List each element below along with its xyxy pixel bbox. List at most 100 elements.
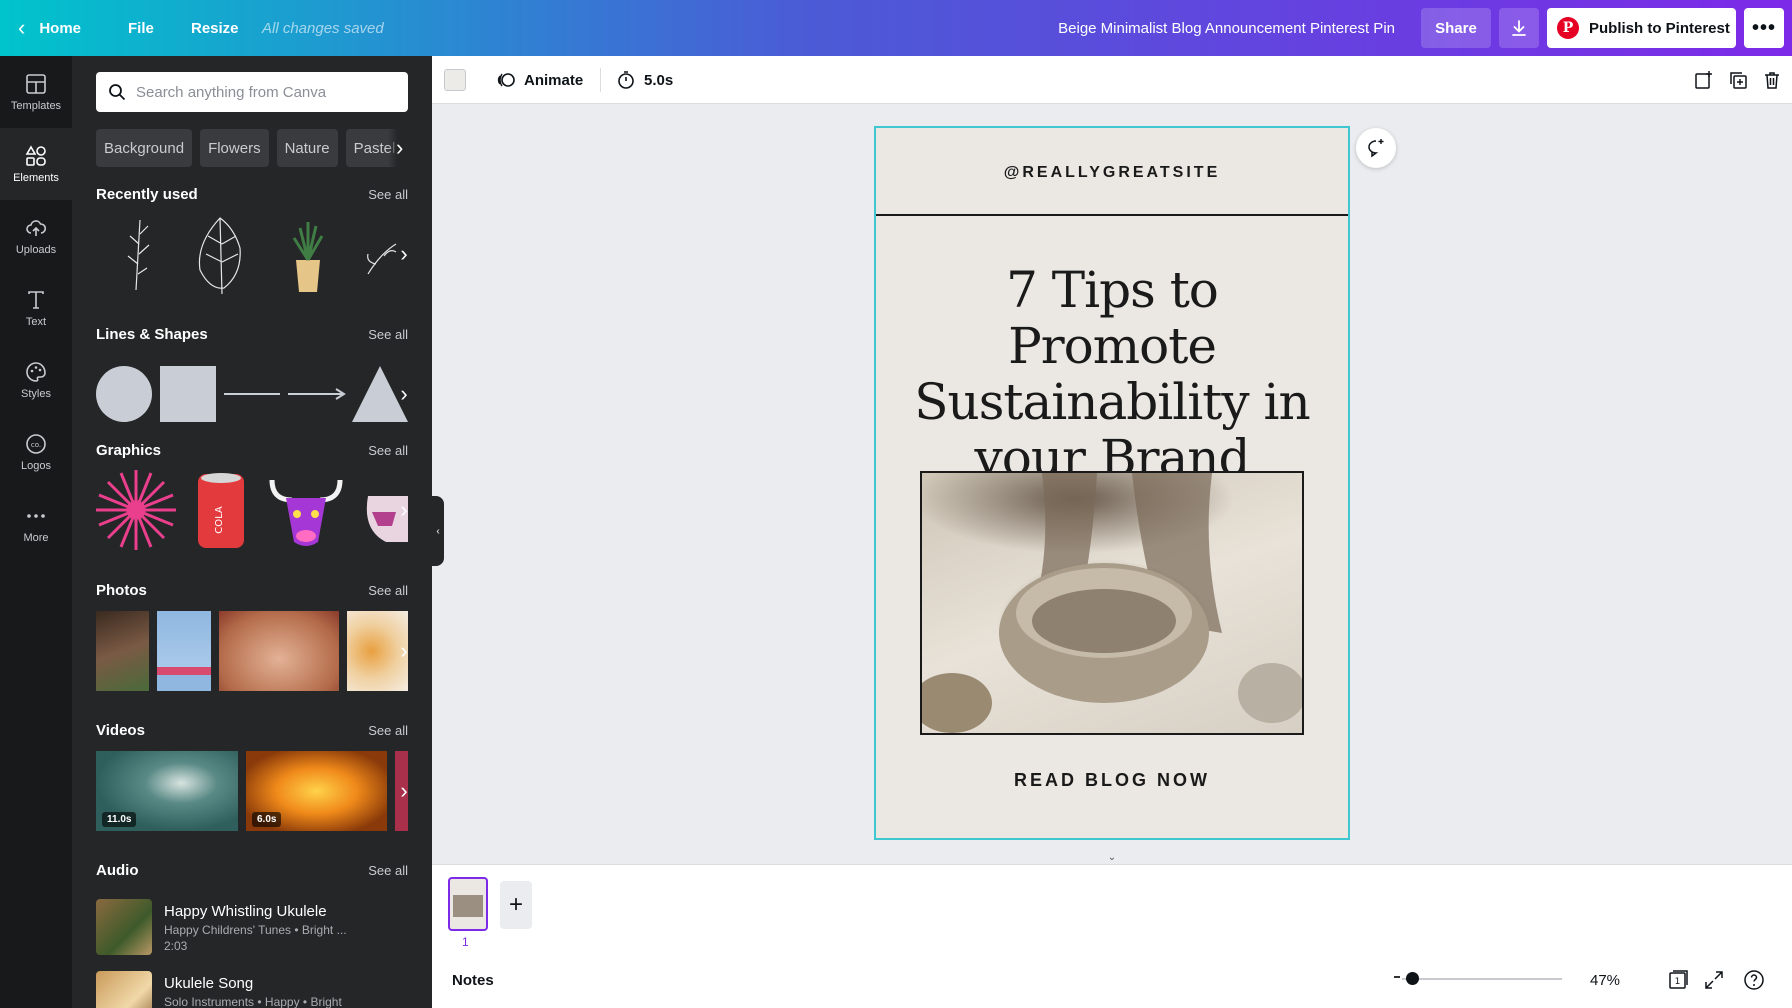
add-comment-button[interactable] bbox=[1356, 128, 1396, 168]
section-title: Videos bbox=[96, 722, 145, 739]
rail-more[interactable]: More bbox=[0, 488, 72, 560]
recently-used-row bbox=[96, 214, 408, 294]
photo-thumbnail[interactable] bbox=[219, 611, 339, 691]
starburst-graphic[interactable] bbox=[96, 470, 176, 550]
home-label: Home bbox=[39, 19, 82, 37]
section-title: Graphics bbox=[96, 442, 162, 459]
chevron-right-icon[interactable]: › bbox=[388, 129, 412, 167]
publish-to-pinterest-button[interactable]: P Publish to Pinterest bbox=[1547, 8, 1736, 48]
sprig-line-art[interactable] bbox=[127, 219, 150, 291]
page-thumbnail[interactable] bbox=[448, 877, 488, 931]
search-placeholder: Search anything from Canva bbox=[136, 83, 327, 101]
headline-text[interactable]: 7 Tips to Promote Sustainability in your… bbox=[896, 262, 1328, 486]
zoom-slider[interactable] bbox=[1402, 978, 1562, 980]
chevron-down-icon[interactable]: ⌄ bbox=[1070, 852, 1154, 864]
chip-flowers[interactable]: Flowers bbox=[200, 129, 269, 167]
svg-text:COLA: COLA bbox=[214, 506, 225, 534]
square-shape[interactable] bbox=[160, 366, 216, 422]
rail-logos[interactable]: co. Logos bbox=[0, 416, 72, 488]
add-page-button[interactable]: + bbox=[500, 881, 532, 929]
chevron-right-icon[interactable]: › bbox=[392, 354, 416, 434]
section-title: Recently used bbox=[96, 186, 198, 203]
see-all-link[interactable]: See all bbox=[368, 723, 408, 738]
palette-icon bbox=[26, 361, 46, 382]
rail-label: Elements bbox=[13, 171, 59, 184]
video-thumbnail[interactable]: 11.0s bbox=[96, 751, 238, 831]
divider-line[interactable] bbox=[876, 214, 1348, 216]
zoom-level[interactable]: 47% bbox=[1590, 952, 1620, 1008]
rail-uploads[interactable]: Uploads bbox=[0, 200, 72, 272]
collapse-panel-button[interactable]: ‹ bbox=[432, 496, 444, 566]
see-all-link[interactable]: See all bbox=[368, 863, 408, 878]
chevron-right-icon[interactable]: › bbox=[392, 611, 416, 691]
notes-button[interactable]: Notes bbox=[452, 952, 494, 1008]
animate-button[interactable]: Animate bbox=[496, 56, 583, 104]
photo-thumbnail[interactable] bbox=[96, 611, 149, 691]
add-page-icon[interactable] bbox=[1692, 68, 1716, 92]
zoom-out-icon[interactable] bbox=[1394, 976, 1400, 978]
elements-icon bbox=[25, 144, 46, 166]
headline-line: 7 Tips to Promote bbox=[1006, 261, 1219, 375]
leaf-line-art[interactable] bbox=[198, 217, 241, 294]
potted-plant-graphic[interactable] bbox=[292, 222, 324, 292]
rail-styles[interactable]: Styles bbox=[0, 344, 72, 416]
duplicate-page-icon[interactable] bbox=[1726, 68, 1750, 92]
download-button[interactable] bbox=[1499, 8, 1539, 48]
audio-duration: 2:03 bbox=[164, 939, 188, 953]
fullscreen-icon[interactable] bbox=[1702, 968, 1726, 992]
chevron-right-icon[interactable]: › bbox=[392, 751, 416, 831]
chip-nature[interactable]: Nature bbox=[276, 129, 338, 167]
rail-label: Text bbox=[25, 315, 47, 328]
see-all-link[interactable]: See all bbox=[368, 583, 408, 598]
search-input[interactable]: Search anything from Canva bbox=[96, 72, 408, 112]
home-button[interactable]: ‹ Home bbox=[18, 0, 81, 56]
more-dots-icon bbox=[27, 513, 45, 518]
cola-can-graphic[interactable]: COLA bbox=[198, 473, 244, 548]
video-duration: 11.0s bbox=[102, 812, 137, 827]
rail-templates[interactable]: Templates bbox=[0, 56, 72, 128]
chevron-right-icon[interactable]: › bbox=[392, 214, 416, 294]
file-menu[interactable]: File bbox=[128, 0, 154, 56]
section-title: Audio bbox=[96, 862, 139, 879]
graphics-header: Graphics See all bbox=[96, 442, 408, 459]
bull-head-graphic[interactable] bbox=[269, 479, 343, 546]
chevron-right-icon[interactable]: › bbox=[392, 470, 416, 550]
see-all-link[interactable]: See all bbox=[368, 443, 408, 458]
headline-line: Sustainability in bbox=[914, 373, 1310, 431]
publish-label: Publish to Pinterest bbox=[1589, 19, 1730, 37]
audio-meta: Solo Instruments • Happy • Bright bbox=[164, 995, 342, 1008]
website-handle[interactable]: @REALLYGREATSITE bbox=[876, 164, 1348, 182]
pottery-photo[interactable] bbox=[920, 471, 1304, 735]
zoom-slider-handle[interactable] bbox=[1406, 972, 1419, 985]
design-page[interactable]: @REALLYGREATSITE 7 Tips to Promote Susta… bbox=[874, 126, 1350, 840]
circle-shape[interactable] bbox=[96, 366, 152, 422]
duration-label: 5.0s bbox=[644, 71, 674, 89]
delete-page-icon[interactable] bbox=[1760, 68, 1784, 92]
duration-button[interactable]: 5.0s bbox=[616, 56, 673, 104]
share-button[interactable]: Share bbox=[1421, 8, 1491, 48]
background-color-swatch[interactable] bbox=[444, 69, 466, 91]
read-blog-cta[interactable]: READ BLOG NOW bbox=[876, 770, 1348, 791]
audio-track[interactable]: Happy Whistling Ukulele Happy Childrens'… bbox=[96, 899, 408, 955]
rail-elements[interactable]: Elements bbox=[0, 128, 72, 200]
audio-track[interactable]: Ukulele Song Solo Instruments • Happy • … bbox=[96, 971, 408, 1008]
document-title[interactable]: Beige Minimalist Blog Announcement Pinte… bbox=[1058, 0, 1395, 56]
resize-menu[interactable]: Resize bbox=[191, 0, 239, 56]
see-all-link[interactable]: See all bbox=[368, 187, 408, 202]
rail-label: More bbox=[23, 531, 49, 544]
chip-background[interactable]: Background bbox=[96, 129, 193, 167]
videos-row: 11.0s 6.0s bbox=[96, 751, 408, 831]
save-status: All changes saved bbox=[262, 19, 384, 37]
page-count-icon[interactable]: 1 bbox=[1666, 968, 1690, 992]
video-thumbnail[interactable]: 6.0s bbox=[246, 751, 387, 831]
rail-text[interactable]: Text bbox=[0, 272, 72, 344]
more-options-button[interactable]: ••• bbox=[1744, 8, 1784, 48]
help-icon[interactable] bbox=[1742, 968, 1766, 992]
audio-title: Happy Whistling Ukulele bbox=[164, 903, 327, 920]
see-all-link[interactable]: See all bbox=[368, 327, 408, 342]
photo-thumbnail[interactable] bbox=[157, 611, 211, 691]
audio-header: Audio See all bbox=[96, 862, 408, 879]
elements-panel: Search anything from Canva Background Fl… bbox=[72, 56, 432, 1008]
arrow-line-shape[interactable] bbox=[288, 388, 346, 400]
animate-label: Animate bbox=[524, 71, 584, 89]
